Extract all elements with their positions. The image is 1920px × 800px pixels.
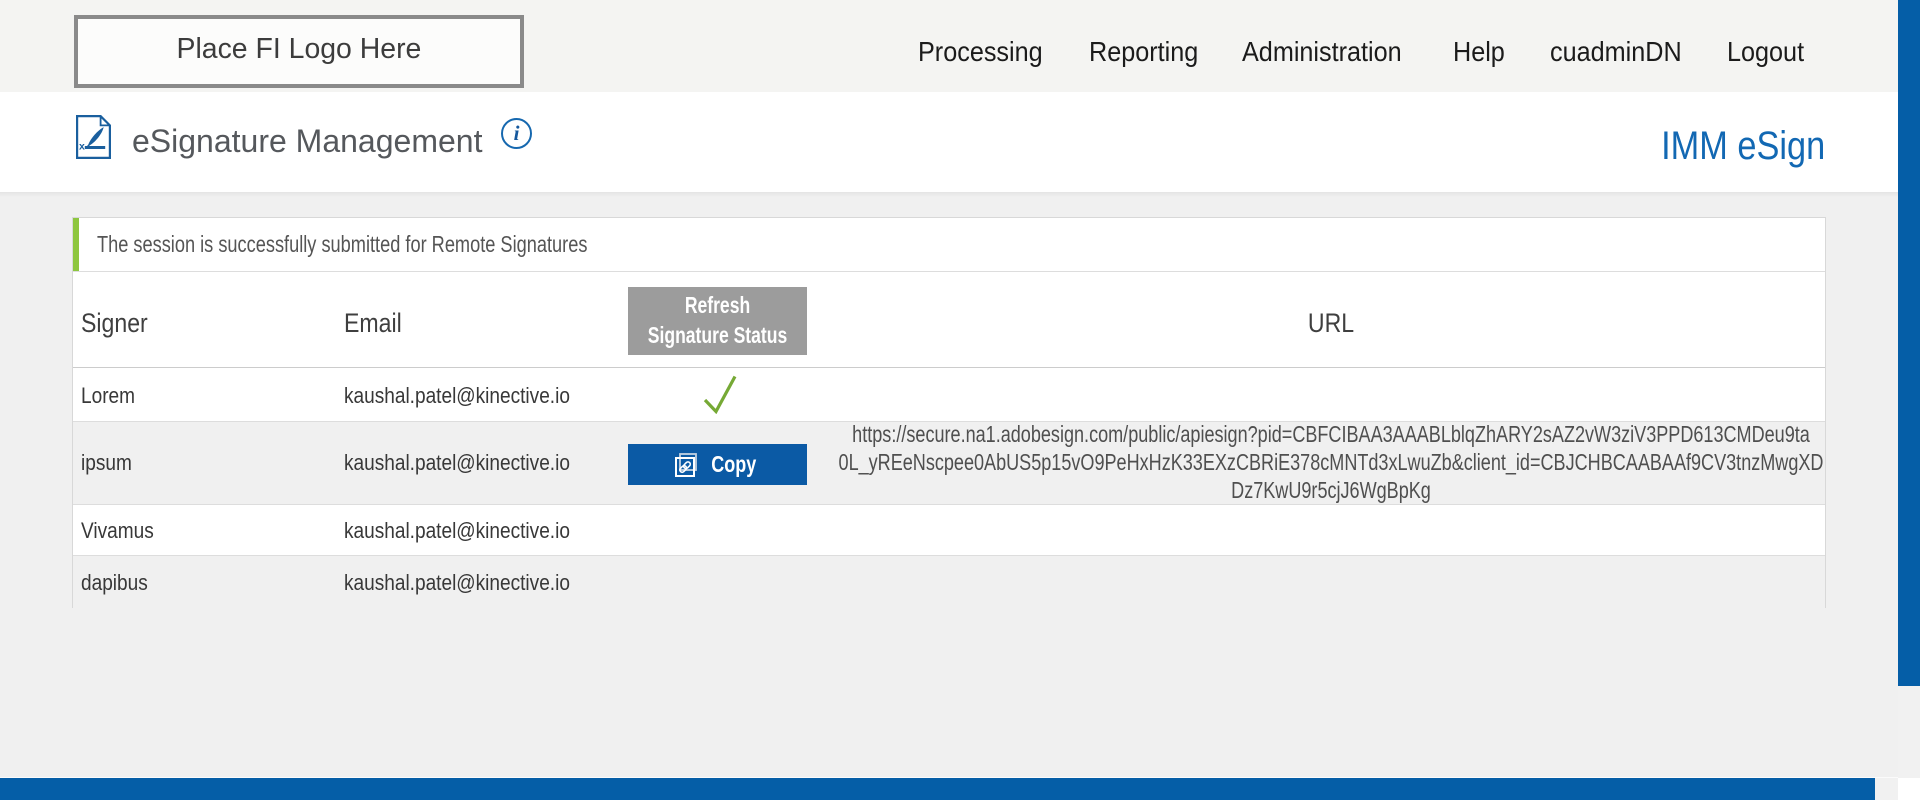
svg-text:x: x bbox=[79, 141, 85, 153]
